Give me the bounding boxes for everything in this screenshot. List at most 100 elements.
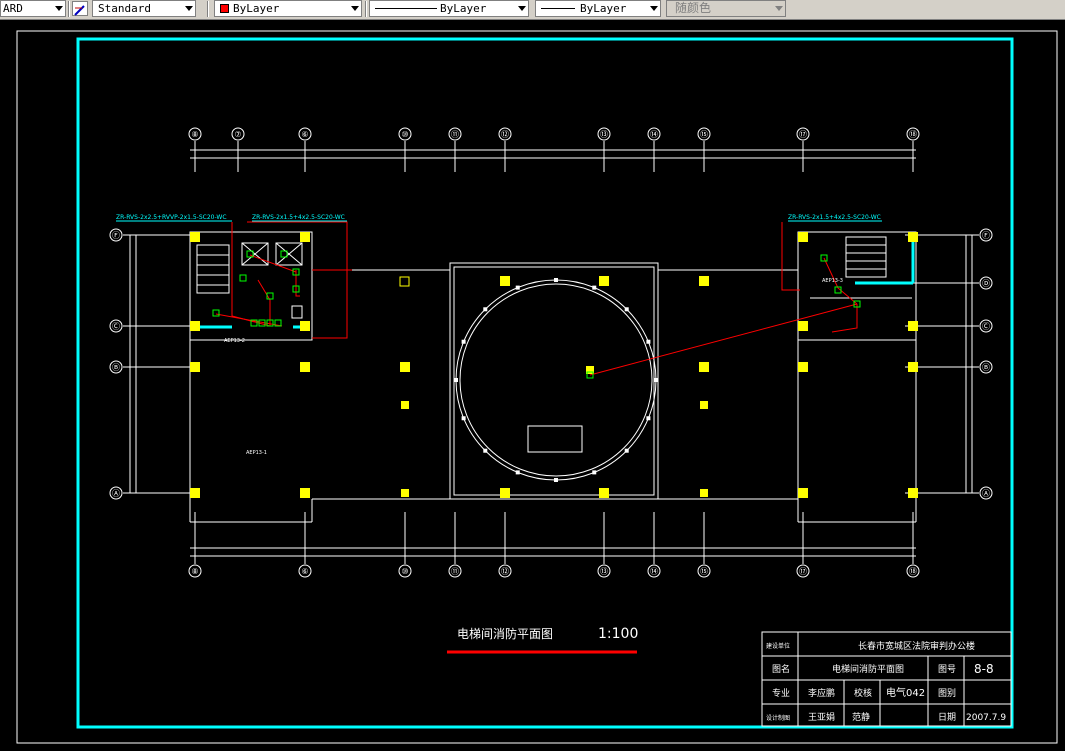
column xyxy=(908,321,918,331)
grid-bubble-top-label: ⑫ xyxy=(501,130,509,139)
grid-bubble-bottom-label: ⑱ xyxy=(909,567,917,576)
column xyxy=(401,489,409,497)
color-control-combo[interactable]: ByLayer xyxy=(214,0,362,17)
panel-label-main: AEP13-1 xyxy=(246,450,267,456)
tb-drawing-no-label: 图号 xyxy=(938,664,956,675)
column xyxy=(190,488,200,498)
grid-bubble-bottom-label: ⑮ xyxy=(700,567,708,576)
chevron-down-icon xyxy=(650,6,658,11)
cable-label-right: ZR-RVS-2x1.5+4x2.5-SC20-WC xyxy=(788,214,881,221)
grid-bubble-right-label: Ⓓ xyxy=(982,279,990,288)
drawing-svg: ⑧⑦⑥⑩⑪⑫⑬⑭⑮⑰⑱ ⑧⑥⑩⑪⑫⑬⑭⑮⑰⑱ ⒻⒸⒷⒶ ⒻⒹⒸⒷⒶ ZR-RVS… xyxy=(0,20,1065,747)
column xyxy=(500,276,510,286)
cable-label-left-1: ZR-RVS-2x2.5+RVVP-2x1.5-SC20-WC xyxy=(116,214,227,221)
grid-bubble-top-label: ⑥ xyxy=(301,130,308,139)
linetype-value: ByLayer xyxy=(440,2,487,15)
tb-scale-label: 图别 xyxy=(938,688,956,699)
grid-bubble-top-label: ⑮ xyxy=(700,130,708,139)
grid-bubble-bottom-label: ⑪ xyxy=(451,567,459,576)
grid-bubble-top-label: ⑬ xyxy=(600,130,608,139)
grid-bubble-top-label: ⑦ xyxy=(234,130,241,139)
drawing-canvas[interactable]: ⑧ ⑦ ⑥ ⑩ ⑪ ⑫ ⑬ ⑭ ⑮ ⑰ ⑱ ⑧ ⑥ ⑩ ⑪ ⑫ ⑬ ⑭ ⑮ ⑰ ⑱ Ⓕ Ⓒ Ⓑ Ⓐ Ⓕ Ⓓ Ⓒ Ⓑ Ⓐ xyxy=(0,20,1065,747)
linetype-preview xyxy=(375,8,437,9)
plot-style-value: 随颜色 xyxy=(675,1,712,15)
drawing-scale: 1:100 xyxy=(598,626,638,642)
tb-code: 电气042 xyxy=(886,686,925,699)
dome-column xyxy=(624,307,629,312)
grid-bubble-left-label: Ⓐ xyxy=(112,489,120,498)
column xyxy=(798,232,808,242)
grid-bubble-bottom-label: ⑫ xyxy=(501,567,509,576)
dome-column xyxy=(624,448,629,453)
color-swatch-icon xyxy=(220,4,229,13)
toolbar-separator xyxy=(68,1,70,17)
dome-column xyxy=(554,278,558,282)
chevron-down-icon xyxy=(351,6,359,11)
tb-discipline-label: 专业 xyxy=(772,687,790,699)
column xyxy=(190,321,200,331)
linetype-control-combo[interactable]: ByLayer xyxy=(369,0,529,17)
column xyxy=(798,321,808,331)
dimension-style-icon[interactable] xyxy=(72,1,88,16)
lineweight-preview xyxy=(541,8,575,9)
grid-bubble-left-label: Ⓒ xyxy=(112,322,120,331)
dome-column xyxy=(454,378,458,382)
dome-column xyxy=(483,448,488,453)
grid-bubble-top-label: ⑭ xyxy=(650,130,658,139)
column xyxy=(190,232,200,242)
column xyxy=(908,232,918,242)
grid-bubble-right-label: Ⓐ xyxy=(982,489,990,498)
grid-bubble-bottom-label: ⑩ xyxy=(401,567,408,576)
grid-bubble-bottom-label: ⑰ xyxy=(799,567,807,576)
column xyxy=(300,321,310,331)
grid-bubble-right-label: Ⓒ xyxy=(982,322,990,331)
chevron-down-icon xyxy=(775,6,783,11)
grid-bubble-right-label: Ⓕ xyxy=(982,231,990,240)
lineweight-value: ByLayer xyxy=(580,2,627,15)
column xyxy=(599,276,609,286)
grid-bubble-bottom-label: ⑭ xyxy=(650,567,658,576)
column xyxy=(908,488,918,498)
dome-column xyxy=(654,378,658,382)
tb-drawing-name-label: 图名 xyxy=(772,663,790,675)
tb-designer: 李应鹏 xyxy=(808,687,835,699)
dimension-style-value: Standard xyxy=(98,2,151,15)
dome-column xyxy=(646,416,651,421)
cable-label-left-2: ZR-RVS-2x1.5+4x2.5-SC20-WC xyxy=(252,214,345,221)
color-value: ByLayer xyxy=(233,2,280,15)
dome-column xyxy=(592,470,597,475)
grid-bubble-top-label: ⑧ xyxy=(191,130,198,139)
dome-column xyxy=(483,307,488,312)
grid-bubble-right-label: Ⓑ xyxy=(982,363,990,372)
plot-style-combo[interactable]: 随颜色 xyxy=(666,0,786,17)
dome-column xyxy=(461,416,466,421)
dimension-style-glyph xyxy=(74,5,85,16)
column xyxy=(400,362,410,372)
grid-bubble-top-label: ⑱ xyxy=(909,130,917,139)
grid-bubble-bottom-label: ⑬ xyxy=(600,567,608,576)
column xyxy=(700,401,708,409)
column xyxy=(300,488,310,498)
lineweight-control-combo[interactable]: ByLayer xyxy=(535,0,661,17)
column xyxy=(300,362,310,372)
column xyxy=(401,401,409,409)
tb-project-label: 建设单位 xyxy=(766,642,790,650)
column xyxy=(190,362,200,372)
dimension-style-combo[interactable]: Standard xyxy=(92,0,196,17)
grid-bubble-bottom-label: ⑥ xyxy=(301,567,308,576)
column xyxy=(798,362,808,372)
tb-project: 长春市宽城区法院审判办公楼 xyxy=(858,640,975,652)
text-style-value: ARD xyxy=(3,2,23,15)
text-style-combo[interactable]: ARD xyxy=(0,0,66,17)
tb-approver: 范静 xyxy=(852,711,870,723)
grid-bubble-left-label: Ⓕ xyxy=(112,231,120,240)
dome-column xyxy=(461,339,466,344)
dome-column xyxy=(592,285,597,290)
grid-bubble-top-label: ⑩ xyxy=(401,130,408,139)
tb-date: 2007.7.9 xyxy=(966,713,1006,723)
tb-date-label: 日期 xyxy=(938,712,956,723)
dome-column xyxy=(646,339,651,344)
grid-bubble-top-label: ⑪ xyxy=(451,130,459,139)
dome-column xyxy=(515,470,520,475)
dome-column xyxy=(515,285,520,290)
